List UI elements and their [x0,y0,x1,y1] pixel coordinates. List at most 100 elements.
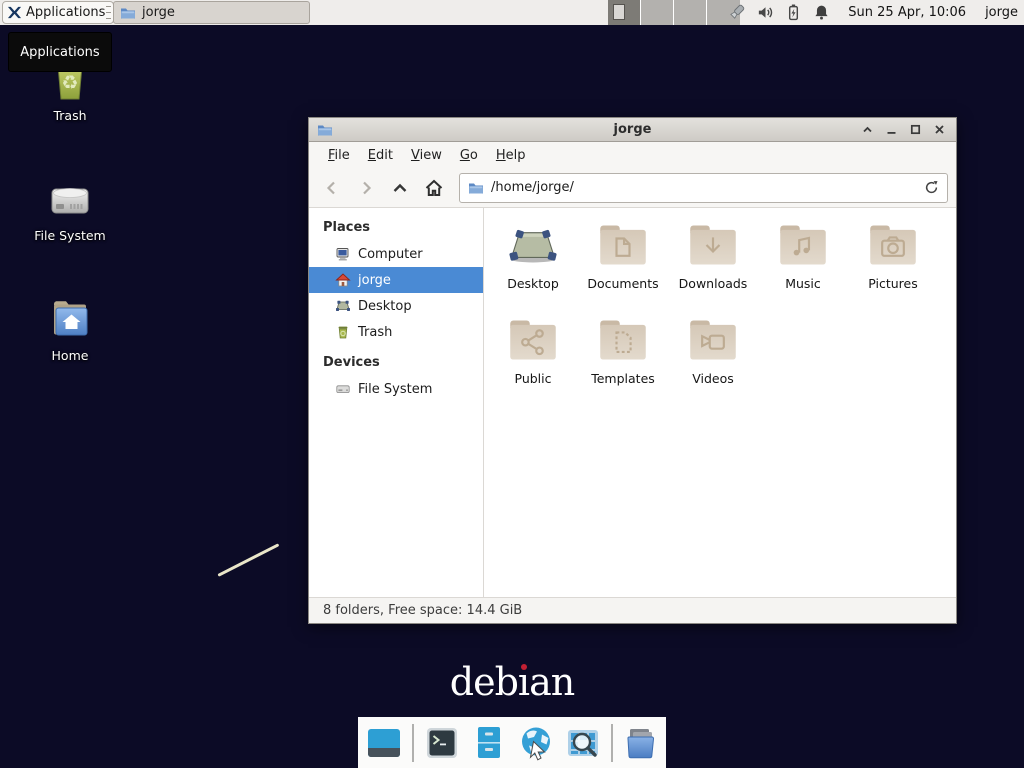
sidebar-item-label: Trash [358,325,392,340]
desktop-icon-home[interactable]: Home [10,295,130,363]
dock-show-desktop-button[interactable] [365,724,403,762]
file-item-public[interactable]: Public [488,311,578,406]
back-button[interactable] [317,174,347,202]
file-item-templates[interactable]: Templates [578,311,668,406]
tablet-tool-icon[interactable] [728,3,747,22]
sidebar-item-jorge[interactable]: jorge [309,267,483,293]
folder-videos-icon [687,311,739,369]
taskbar-window-label: jorge [142,5,175,20]
folder-downloads-icon [687,216,739,274]
home-button[interactable] [419,174,449,202]
applications-menu-button[interactable]: Applications [2,1,114,24]
toolbar: /home/jorge/ [309,168,956,208]
applications-menu-label: Applications [26,5,105,20]
location-path[interactable]: /home/jorge/ [491,180,917,195]
dock-file-cabinet-button[interactable] [470,724,508,762]
home-folder-icon [10,295,130,343]
sidebar-item-label: File System [358,382,432,397]
system-tray: Sun 25 Apr, 10:06 jorge [728,0,1024,25]
location-bar[interactable]: /home/jorge/ [459,173,948,203]
forward-button[interactable] [351,174,381,202]
applications-tooltip: Applications [8,32,112,72]
file-manager-icon [622,724,660,762]
up-button[interactable] [385,174,415,202]
file-label: Downloads [679,276,748,291]
notifications-icon[interactable] [812,3,831,22]
menu-help[interactable]: Help [487,148,535,163]
app-finder-icon [564,724,602,762]
folder-music-icon [777,216,829,274]
trash-icon [335,324,351,340]
sidebar-item-computer[interactable]: Computer [309,241,483,267]
svg-text:♻: ♻ [61,72,78,94]
workspace-1[interactable] [608,0,641,25]
volume-icon[interactable] [756,3,775,22]
file-view[interactable]: Desktop Documents [484,208,956,597]
reload-button[interactable] [924,180,939,195]
dock-separator [412,724,414,762]
drive-icon [335,381,351,397]
dock-terminal-button[interactable] [423,724,461,762]
sidebar-item-file-system[interactable]: File System [309,376,483,402]
dock-file-manager-button[interactable] [622,724,660,762]
tooltip-text: Applications [20,45,99,60]
minimize-button[interactable] [883,121,900,138]
file-item-music[interactable]: Music [758,216,848,311]
desktop-icon-label: Trash [10,108,130,123]
computer-icon [335,246,351,262]
file-item-desktop[interactable]: Desktop [488,216,578,311]
workspace-window-thumb [613,4,625,20]
window-titlebar[interactable]: jorge [309,118,956,142]
sidebar-item-label: Computer [358,247,423,262]
desktop-icon [335,298,351,314]
sidebar-header-places: Places [309,216,483,241]
workspace-switcher [608,0,740,25]
battery-icon[interactable] [784,3,803,22]
show-desktop-icon [365,724,403,762]
sidebar: Places Computer jorge [309,208,484,597]
desktop-icon-label: Home [10,348,130,363]
file-item-documents[interactable]: Documents [578,216,668,311]
taskbar-window-button[interactable]: jorge [113,1,310,24]
close-button[interactable] [931,121,948,138]
folder-public-icon [507,311,559,369]
desktop-icon-file-system[interactable]: File System [10,175,130,243]
xfce-logo-icon [7,5,22,20]
file-label: Music [785,276,821,291]
panel-handle[interactable] [106,6,111,19]
folder-icon [120,5,136,21]
workspace-2[interactable] [641,0,674,25]
maximize-button[interactable] [907,121,924,138]
file-item-pictures[interactable]: Pictures [848,216,938,311]
statusbar-text: 8 folders, Free space: 14.4 GiB [323,603,522,618]
file-manager-window: jorge File Edit View Go Help [308,117,957,624]
web-browser-icon [517,724,555,762]
menu-file[interactable]: File [319,148,359,163]
desktop: Applications jorge [0,0,1024,768]
home-icon [335,272,351,288]
debian-wordmark: debıan [0,660,1024,704]
folder-documents-icon [597,216,649,274]
sidebar-item-desktop[interactable]: Desktop [309,293,483,319]
sidebar-item-label: jorge [358,273,391,288]
file-label: Public [515,371,552,386]
folder-icon [468,180,484,196]
menu-go[interactable]: Go [451,148,487,163]
workspace-3[interactable] [674,0,707,25]
dock [358,717,666,768]
file-label: Desktop [507,276,559,291]
file-cabinet-icon [470,724,508,762]
menu-edit[interactable]: Edit [359,148,402,163]
file-item-videos[interactable]: Videos [668,311,758,406]
dock-app-finder-button[interactable] [564,724,602,762]
shade-button[interactable] [859,121,876,138]
menu-view[interactable]: View [402,148,451,163]
dock-web-browser-button[interactable] [517,724,555,762]
sidebar-item-trash[interactable]: Trash [309,319,483,345]
desktop-pad-icon [506,216,560,274]
file-item-downloads[interactable]: Downloads [668,216,758,311]
panel-clock[interactable]: Sun 25 Apr, 10:06 [848,5,966,20]
terminal-icon [423,724,461,762]
file-label: Documents [587,276,658,291]
panel-username: jorge [985,5,1018,20]
